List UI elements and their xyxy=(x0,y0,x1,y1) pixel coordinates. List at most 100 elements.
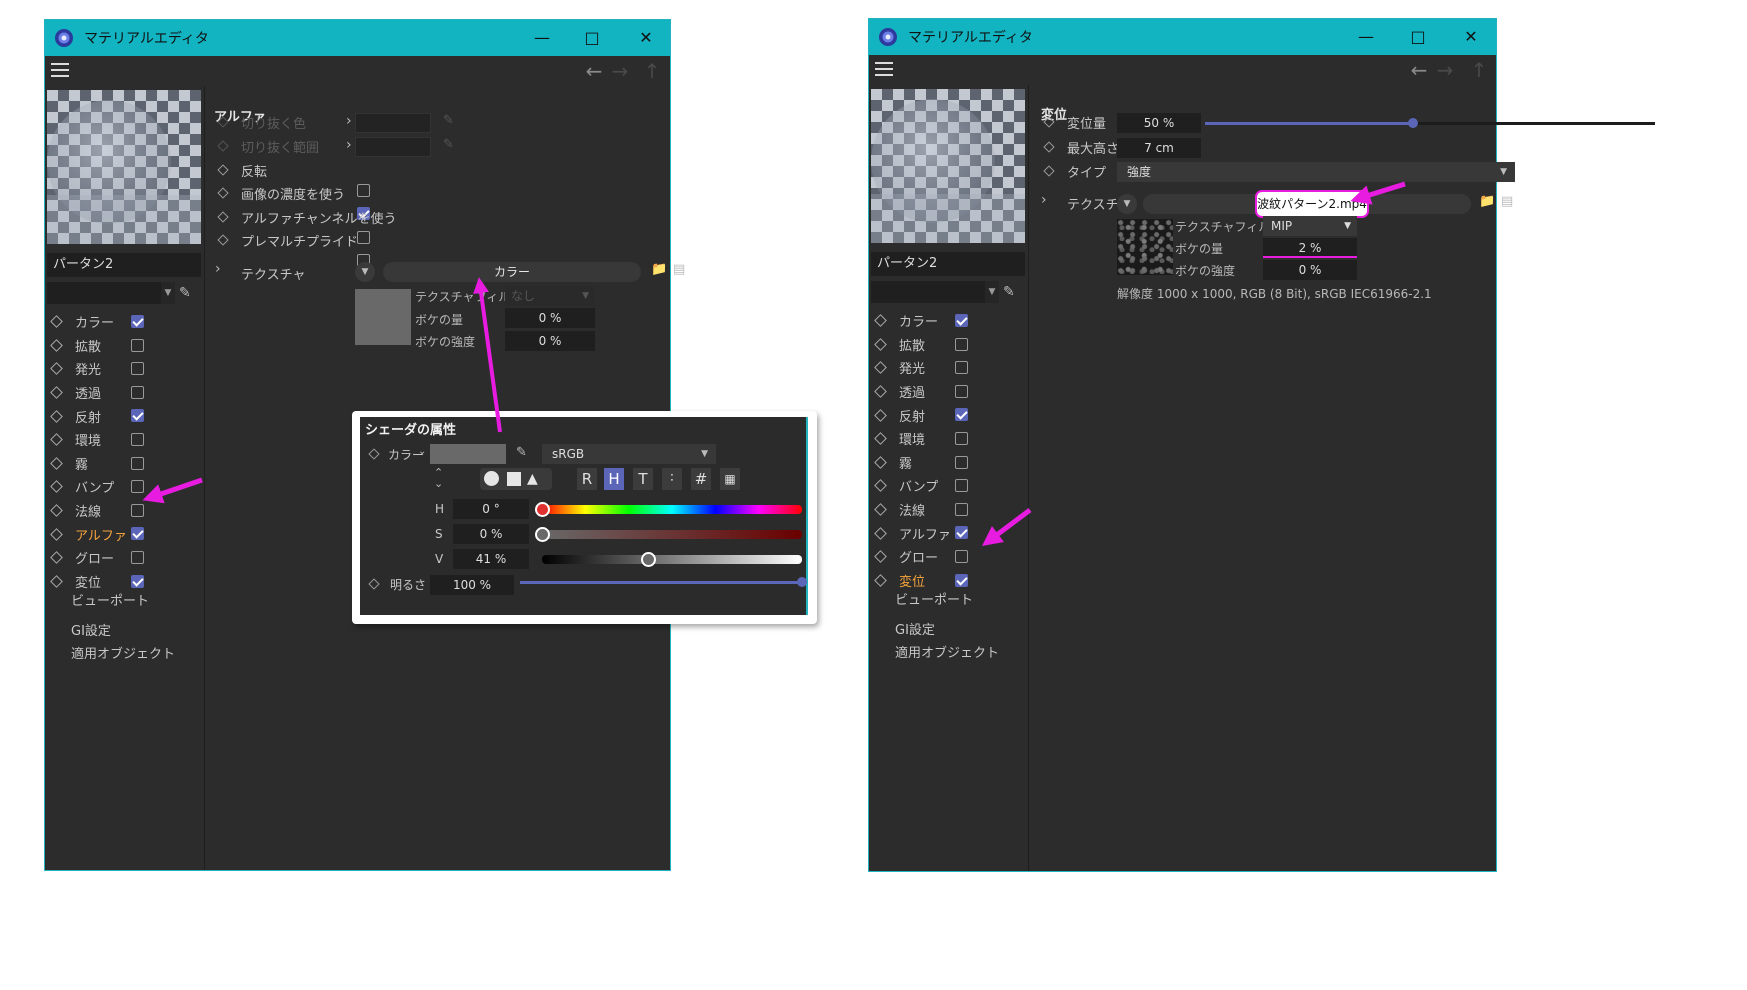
max-height-field[interactable]: 7 cm xyxy=(1117,138,1201,158)
keyframe-diamond-icon[interactable] xyxy=(50,386,63,399)
gi-settings-item[interactable]: GI設定 xyxy=(71,620,111,639)
channel-item[interactable]: 拡散 xyxy=(45,334,205,358)
keyframe-diamond-icon[interactable] xyxy=(50,480,63,494)
back-arrow-icon[interactable]: ← xyxy=(1406,58,1432,82)
material-name-field[interactable]: パータン2 xyxy=(871,252,1025,276)
h-field[interactable]: 0 ° xyxy=(453,499,529,519)
cut-color-swatch[interactable] xyxy=(355,113,431,133)
channel-checkbox[interactable] xyxy=(955,314,968,327)
channel-checkbox[interactable] xyxy=(131,480,144,494)
minimize-icon[interactable]: — xyxy=(1341,19,1391,55)
chevron-right-icon[interactable]: › xyxy=(346,113,352,129)
keyframe-diamond-icon[interactable] xyxy=(874,338,887,351)
channel-checkbox[interactable] xyxy=(955,526,968,540)
chevron-down-icon[interactable]: ⌄ xyxy=(418,446,426,457)
channel-item[interactable]: バンプ xyxy=(45,475,205,499)
mode-t-button[interactable]: T xyxy=(633,468,653,490)
texture-filter-select[interactable]: MIP ▼ xyxy=(1263,216,1357,236)
blur-amount-field[interactable]: 0 % xyxy=(505,308,595,328)
value-slider[interactable] xyxy=(542,555,802,564)
colorspace-select[interactable]: sRGB ▼ xyxy=(542,444,716,464)
archive-icon[interactable]: ▤ xyxy=(673,262,685,277)
chevron-down-icon[interactable]: ▼ xyxy=(985,281,999,303)
keyframe-diamond-icon[interactable] xyxy=(217,140,229,152)
keyframe-diamond-icon[interactable] xyxy=(50,315,63,329)
channel-item[interactable]: 法線 xyxy=(45,499,205,523)
gi-settings-item[interactable]: GI設定 xyxy=(895,619,935,638)
keyframe-diamond-icon[interactable] xyxy=(874,432,887,446)
channel-checkbox[interactable] xyxy=(131,432,144,446)
keyframe-diamond-icon[interactable] xyxy=(368,448,380,460)
saturation-slider-handle[interactable] xyxy=(534,527,550,542)
s-field[interactable]: 0 % xyxy=(453,524,529,544)
mode-h-button[interactable]: H xyxy=(604,468,624,490)
channel-checkbox[interactable] xyxy=(131,409,144,423)
texture-filter-select[interactable]: なし ▼ xyxy=(505,286,595,306)
channel-checkbox[interactable] xyxy=(131,456,144,470)
channel-checkbox[interactable] xyxy=(955,384,968,398)
eyedropper-icon[interactable]: ✎ xyxy=(443,137,454,152)
keyframe-diamond-icon[interactable] xyxy=(874,314,887,328)
channel-checkbox[interactable] xyxy=(955,431,968,445)
blur-strength-field[interactable]: 0 % xyxy=(505,331,595,351)
close-icon[interactable]: ✕ xyxy=(1446,19,1496,55)
up-arrow-icon[interactable]: ↑ xyxy=(639,59,665,83)
maximize-icon[interactable]: □ xyxy=(567,20,617,56)
blur-strength-field[interactable]: 0 % xyxy=(1263,260,1357,280)
keyframe-diamond-icon[interactable] xyxy=(874,455,887,469)
channel-item[interactable]: グロー xyxy=(45,546,205,570)
channel-item[interactable]: 拡散 xyxy=(869,333,1029,357)
channel-checkbox[interactable] xyxy=(955,408,968,422)
maximize-icon[interactable]: □ xyxy=(1393,19,1443,55)
keyframe-diamond-icon[interactable] xyxy=(50,339,63,352)
texture-menu-button[interactable]: ▼ xyxy=(355,262,375,282)
keyframe-diamond-icon[interactable] xyxy=(217,234,229,246)
saturation-slider[interactable] xyxy=(542,530,802,539)
invert-checkbox[interactable] xyxy=(357,184,370,197)
keyframe-diamond-icon[interactable] xyxy=(1043,141,1055,153)
cut-range-swatch[interactable] xyxy=(355,137,431,157)
keyframe-diamond-icon[interactable] xyxy=(874,526,887,540)
eyedropper-icon[interactable]: ✎ xyxy=(1003,281,1021,303)
keyframe-diamond-icon[interactable] xyxy=(874,408,887,422)
channel-item[interactable]: 環境 xyxy=(45,428,205,452)
channel-item[interactable]: 法線 xyxy=(869,498,1029,522)
keyframe-diamond-icon[interactable] xyxy=(50,409,63,423)
close-icon[interactable]: ✕ xyxy=(621,20,671,56)
channel-item[interactable]: 霧 xyxy=(869,451,1029,475)
channel-item[interactable]: カラー xyxy=(45,310,205,334)
keyframe-diamond-icon[interactable] xyxy=(50,456,63,470)
keyframe-diamond-icon[interactable] xyxy=(874,573,887,587)
channel-checkbox[interactable] xyxy=(955,573,968,587)
channel-filter-field[interactable] xyxy=(871,281,985,303)
keyframe-diamond-icon[interactable] xyxy=(368,578,380,590)
channel-checkbox[interactable] xyxy=(131,362,144,376)
channel-checkbox[interactable] xyxy=(955,455,968,469)
eyedropper-icon[interactable]: ✎ xyxy=(179,282,197,304)
channel-item[interactable]: 反射 xyxy=(45,404,205,428)
keyframe-diamond-icon[interactable] xyxy=(217,164,229,176)
keyframe-diamond-icon[interactable] xyxy=(50,574,63,588)
minimize-icon[interactable]: — xyxy=(517,20,567,56)
color-wheel-button[interactable]: ▲ xyxy=(480,468,552,490)
menu-icon[interactable] xyxy=(875,62,893,76)
keyframe-diamond-icon[interactable] xyxy=(874,550,887,564)
back-arrow-icon[interactable]: ← xyxy=(581,59,607,83)
amount-field[interactable]: 50 % xyxy=(1117,113,1201,133)
channel-item[interactable]: 発光 xyxy=(45,357,205,381)
channel-checkbox[interactable] xyxy=(131,527,144,541)
channel-checkbox[interactable] xyxy=(131,338,144,352)
value-slider-handle[interactable] xyxy=(641,552,657,567)
channel-checkbox[interactable] xyxy=(955,502,968,516)
channel-item[interactable]: アルファ xyxy=(869,521,1029,545)
channel-checkbox[interactable] xyxy=(131,574,144,588)
channel-checkbox[interactable] xyxy=(955,479,968,493)
keyframe-diamond-icon[interactable] xyxy=(874,361,887,375)
forward-arrow-icon[interactable]: → xyxy=(607,59,633,83)
channel-item[interactable]: カラー xyxy=(869,309,1029,333)
keyframe-diamond-icon[interactable] xyxy=(874,479,887,493)
hue-slider-handle[interactable] xyxy=(534,502,550,517)
keyframe-diamond-icon[interactable] xyxy=(217,187,229,199)
channel-filter-field[interactable] xyxy=(47,282,161,304)
mode-r-button[interactable]: R xyxy=(577,468,597,490)
